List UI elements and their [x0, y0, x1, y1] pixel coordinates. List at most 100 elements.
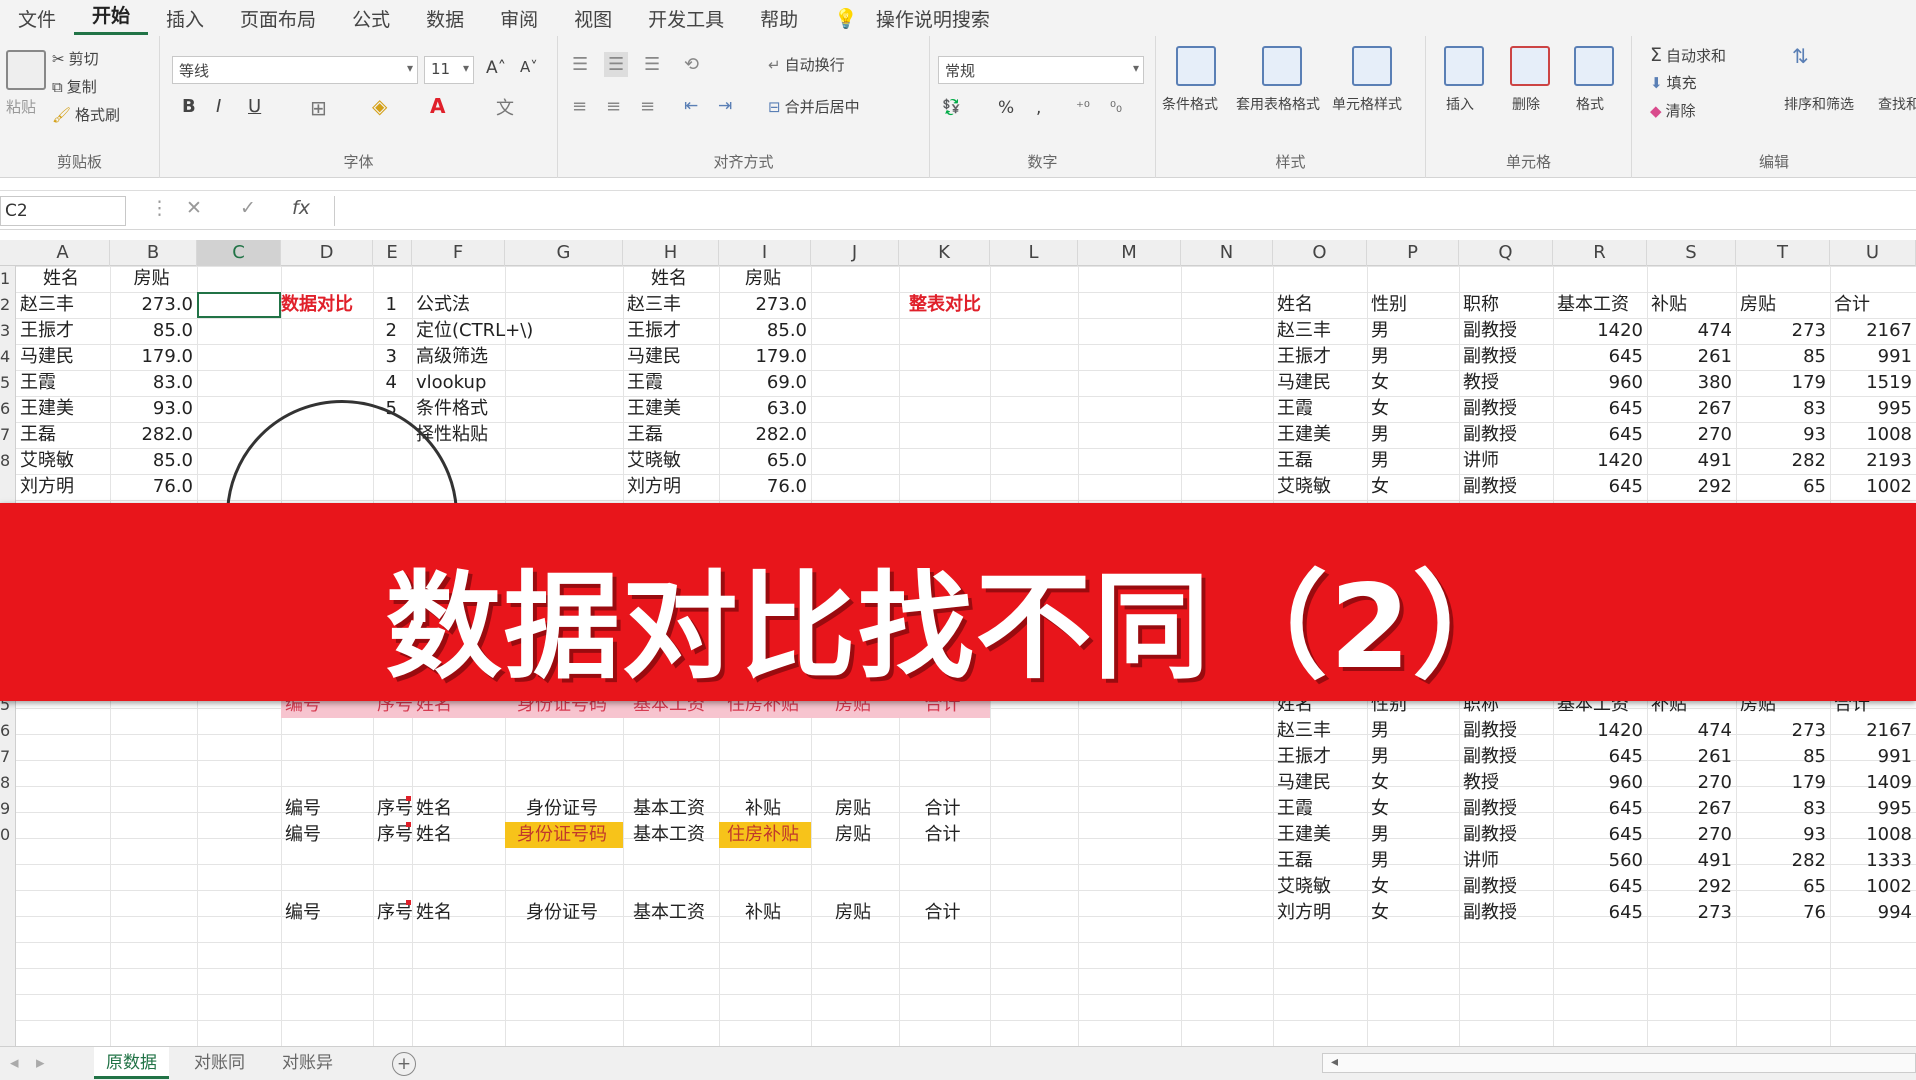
row-header[interactable]: 3 — [0, 318, 16, 344]
method-label[interactable]: 定位(CTRL+\) — [412, 318, 612, 344]
header-compare-cell[interactable]: 编号 — [281, 822, 373, 848]
delete-cells-icon[interactable] — [1510, 46, 1550, 86]
table-cell[interactable]: 副教授 — [1459, 796, 1553, 822]
table-cell[interactable]: 267 — [1647, 796, 1736, 822]
column-header-S[interactable]: S — [1647, 240, 1736, 266]
format-painter-button[interactable]: 🖌 格式刷 — [52, 104, 120, 125]
value-cell[interactable]: 76.0 — [110, 474, 197, 500]
table-cell[interactable]: 645 — [1553, 900, 1647, 926]
value-cell[interactable]: 273.0 — [719, 292, 811, 318]
column-header-G[interactable]: G — [505, 240, 623, 266]
table-cell[interactable]: 1409 — [1830, 770, 1916, 796]
enter-icon[interactable]: ✓ — [240, 197, 256, 219]
phonetic-icon[interactable]: 文 — [496, 94, 514, 120]
header-cell[interactable]: 性别 — [1367, 292, 1459, 318]
value-cell[interactable]: 179.0 — [110, 344, 197, 370]
menu-data[interactable]: 数据 — [408, 5, 482, 32]
decrease-indent-icon[interactable]: ⇤ — [684, 96, 698, 116]
row-header[interactable]: 7 — [0, 744, 16, 770]
table-cell[interactable]: 讲师 — [1459, 848, 1553, 874]
header-compare-cell[interactable]: 编号 — [281, 900, 373, 926]
header-compare-cell[interactable]: 合计 — [899, 796, 990, 822]
table-cell[interactable]: 2167 — [1830, 318, 1916, 344]
menu-formulas[interactable]: 公式 — [334, 5, 408, 32]
column-header-H[interactable]: H — [623, 240, 719, 266]
menu-view[interactable]: 视图 — [556, 5, 630, 32]
name-cell[interactable]: 王建美 — [16, 396, 110, 422]
name-cell[interactable]: 王振才 — [16, 318, 110, 344]
table-cell[interactable]: 副教授 — [1459, 318, 1553, 344]
value-cell[interactable]: 282.0 — [110, 422, 197, 448]
table-cell[interactable]: 王建美 — [1273, 422, 1367, 448]
column-header-O[interactable]: O — [1273, 240, 1367, 266]
header-compare-cell[interactable]: 基本工资 — [623, 796, 719, 822]
delete-button[interactable]: 删除 — [1512, 94, 1540, 114]
row-header[interactable]: 8 — [0, 770, 16, 796]
table-cell[interactable]: 王磊 — [1273, 848, 1367, 874]
tab-reconcile-diff[interactable]: 对账异 — [270, 1047, 345, 1079]
table-cell[interactable]: 960 — [1553, 370, 1647, 396]
orientation-icon[interactable]: ⟲ — [684, 54, 699, 75]
table-cell[interactable]: 王振才 — [1273, 344, 1367, 370]
column-header-T[interactable]: T — [1736, 240, 1830, 266]
name-cell[interactable]: 马建民 — [623, 344, 719, 370]
method-number[interactable]: 4 — [373, 370, 401, 396]
table-cell[interactable]: 474 — [1647, 718, 1736, 744]
table-cell[interactable]: 65 — [1736, 474, 1830, 500]
tell-me-search[interactable]: 操作说明搜索 — [876, 5, 1008, 32]
insert-cells-icon[interactable] — [1444, 46, 1484, 86]
table-cell[interactable]: 马建民 — [1273, 370, 1367, 396]
table-cell[interactable]: 1420 — [1553, 448, 1647, 474]
row-header[interactable]: 5 — [0, 370, 16, 396]
row-header[interactable]: 9 — [0, 796, 16, 822]
table-cell[interactable]: 273 — [1736, 318, 1830, 344]
table-cell[interactable]: 女 — [1367, 900, 1459, 926]
header-compare-cell[interactable]: 房贴 — [811, 822, 899, 848]
table-cell[interactable]: 179 — [1736, 370, 1830, 396]
table-cell[interactable]: 男 — [1367, 822, 1459, 848]
table-cell[interactable]: 93 — [1736, 422, 1830, 448]
method-label[interactable]: 条件格式 — [412, 396, 612, 422]
header-cell[interactable]: 房贴 — [1736, 292, 1830, 318]
value-cell[interactable]: 93.0 — [110, 396, 197, 422]
table-cell[interactable]: 1002 — [1830, 474, 1916, 500]
method-label[interactable]: 高级筛选 — [412, 344, 612, 370]
menu-file[interactable]: 文件 — [0, 5, 74, 32]
table-cell[interactable]: 93 — [1736, 822, 1830, 848]
table-cell[interactable]: 179 — [1736, 770, 1830, 796]
table-cell[interactable]: 645 — [1553, 796, 1647, 822]
sort-filter-button[interactable]: 排序和筛选 — [1784, 94, 1854, 114]
italic-button[interactable]: I — [216, 96, 221, 117]
method-number[interactable]: 1 — [373, 292, 401, 318]
menu-review[interactable]: 审阅 — [482, 5, 556, 32]
table-cell[interactable]: 刘方明 — [1273, 900, 1367, 926]
fill-button[interactable]: ⬇ 填充 — [1650, 72, 1697, 93]
increase-decimal-icon[interactable]: ⁺⁰ — [1076, 98, 1090, 116]
method-label[interactable]: 择性粘贴 — [412, 422, 612, 448]
table-cell[interactable]: 282 — [1736, 848, 1830, 874]
grow-font-button[interactable]: A˄ — [486, 58, 506, 78]
difference-cell[interactable]: 住房补贴 — [719, 822, 811, 848]
copy-button[interactable]: ⧉ 复制 — [52, 76, 97, 97]
method-label[interactable]: 公式法 — [412, 292, 612, 318]
table-cell[interactable]: 王磊 — [1273, 448, 1367, 474]
table-cell[interactable]: 65 — [1736, 874, 1830, 900]
table-cell[interactable]: 83 — [1736, 796, 1830, 822]
column-header-D[interactable]: D — [281, 240, 373, 266]
table-cell[interactable]: 273 — [1736, 718, 1830, 744]
header-cell[interactable]: 职称 — [1459, 292, 1553, 318]
table-cell[interactable]: 副教授 — [1459, 422, 1553, 448]
row-header[interactable]: 7 — [0, 422, 16, 448]
row-header[interactable]: 6 — [0, 718, 16, 744]
row-header[interactable]: 8 — [0, 448, 16, 474]
menu-insert[interactable]: 插入 — [148, 5, 222, 32]
column-header-J[interactable]: J — [811, 240, 899, 266]
cell-styles-button[interactable]: 单元格样式 — [1332, 94, 1402, 114]
column-header-Q[interactable]: Q — [1459, 240, 1553, 266]
table-cell[interactable]: 645 — [1553, 744, 1647, 770]
table-cell[interactable]: 讲师 — [1459, 448, 1553, 474]
paste-icon[interactable] — [6, 50, 46, 90]
table-cell[interactable]: 1420 — [1553, 318, 1647, 344]
compare-label[interactable]: 数据对比 — [281, 292, 381, 318]
table-cell[interactable]: 女 — [1367, 796, 1459, 822]
